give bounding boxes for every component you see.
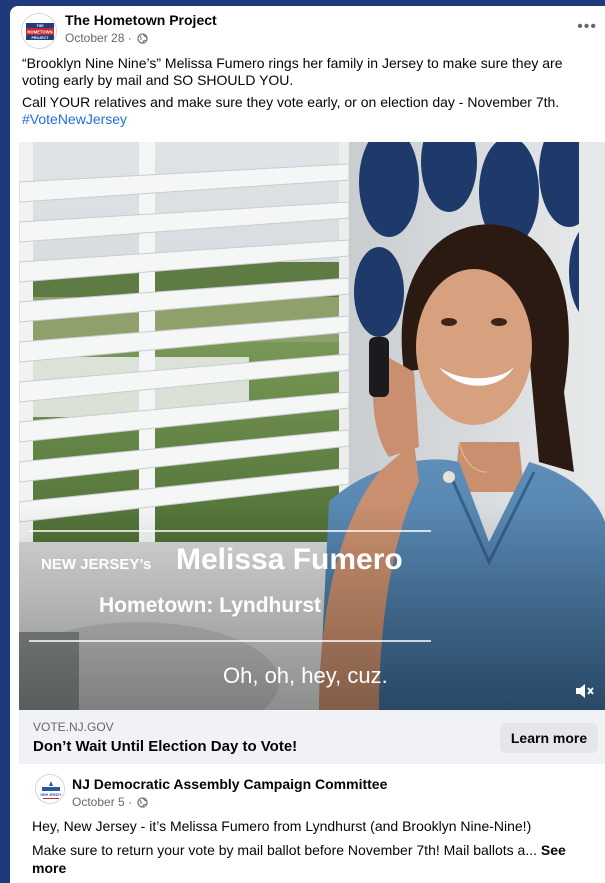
avatar-text-bottom: PROJECT — [32, 36, 50, 40]
video-player[interactable]: NEW JERSEY’s Melissa Fumero Hometown: Ly… — [19, 142, 605, 710]
post-text: “Brooklyn Nine Nine’s” Melissa Fumero ri… — [22, 55, 602, 133]
post-text-paragraph-2-text: Call YOUR relatives and make sure they v… — [22, 94, 560, 110]
link-preview[interactable]: VOTE.NJ.GOV Don’t Wait Until Election Da… — [19, 710, 605, 764]
shared-post-text: Hey, New Jersey - it’s Melissa Fumero fr… — [32, 817, 598, 883]
more-options-icon[interactable]: ••• — [577, 18, 597, 36]
shared-date-text: October 5 · — [72, 795, 133, 809]
shared-avatar-text: NEW JERSEY — [41, 793, 63, 797]
link-domain: VOTE.NJ.GOV — [33, 720, 114, 734]
shared-text-paragraph-2-text: Make sure to return your vote by mail ba… — [32, 842, 538, 858]
overlay-label-name: Melissa Fumero — [176, 543, 403, 576]
avatar-text-mid: HOMETOWN — [27, 30, 52, 35]
shared-page-name-link[interactable]: NJ Democratic Assembly Campaign Committe… — [72, 776, 387, 792]
shared-avatar[interactable]: NEW JERSEY — [35, 774, 65, 804]
shared-text-paragraph-1: Hey, New Jersey - it’s Melissa Fumero fr… — [32, 818, 532, 834]
shared-text-paragraph-2: Make sure to return your vote by mail ba… — [32, 841, 598, 877]
globe-icon — [137, 797, 149, 808]
video-caption: Oh, oh, hey, cuz. — [223, 663, 388, 688]
post-date[interactable]: October 28 · — [65, 31, 148, 45]
overlay-rule-bottom — [29, 640, 431, 642]
mute-icon[interactable] — [575, 683, 595, 699]
post-card: THE HOMETOWN PROJECT The Hometown Projec… — [10, 6, 605, 883]
hashtag-link[interactable]: #VoteNewJersey — [22, 111, 127, 127]
shared-post-date[interactable]: October 5 · — [72, 795, 149, 809]
overlay-rule-top — [29, 530, 431, 532]
link-title[interactable]: Don’t Wait Until Election Day to Vote! — [33, 738, 297, 755]
page-avatar[interactable]: THE HOMETOWN PROJECT — [21, 13, 57, 49]
globe-icon — [137, 33, 148, 44]
overlay-label-state: NEW JERSEY’s — [41, 556, 152, 573]
learn-more-button[interactable]: Learn more — [500, 723, 598, 753]
shared-post-header: NEW JERSEY NJ Democratic Assembly Campai… — [10, 768, 605, 812]
post-text-paragraph-1: “Brooklyn Nine Nine’s” Melissa Fumero ri… — [22, 55, 563, 88]
page-name-link[interactable]: The Hometown Project — [65, 12, 217, 28]
post-text-paragraph-2: Call YOUR relatives and make sure they v… — [22, 94, 602, 128]
post-header: THE HOMETOWN PROJECT The Hometown Projec… — [10, 6, 605, 52]
overlay-label-hometown: Hometown: Lyndhurst — [99, 594, 322, 617]
avatar-text-top: THE — [36, 24, 44, 28]
video-frame — [19, 142, 605, 710]
post-date-text: October 28 · — [65, 31, 132, 45]
